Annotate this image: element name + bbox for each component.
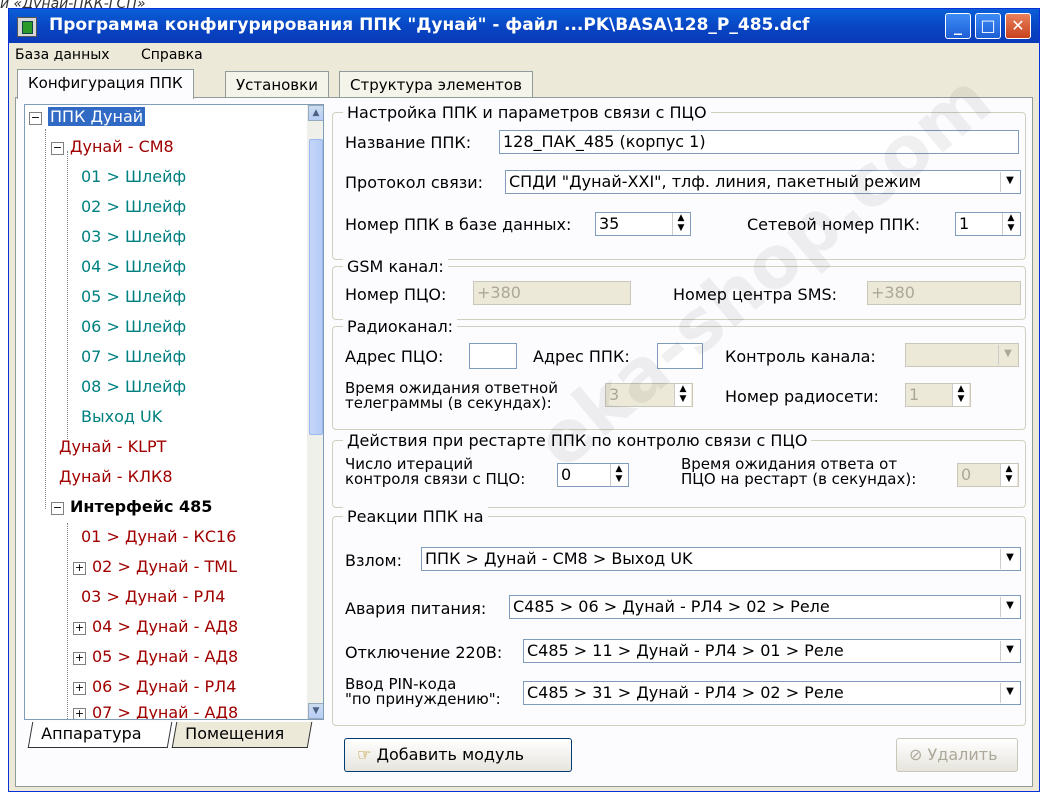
- device-tree[interactable]: − ППК Дунай − Дунай - СМ8 01 > Шлейф 02 > …: [24, 104, 324, 720]
- top-caption: и «Дунай-ПКК-ГСП»: [0, 0, 1050, 8]
- radio-legend: Радиоканал:: [343, 317, 458, 336]
- gsm-sms-input[interactable]: +380: [867, 281, 1021, 305]
- radio-net-label: Номер радиосети:: [725, 387, 879, 406]
- tab-config[interactable]: Конфигурация ППК: [17, 69, 194, 99]
- chevron-down-icon[interactable]: ▼: [1000, 641, 1019, 661]
- spin-icon[interactable]: ▲ ▼: [952, 384, 969, 406]
- tree-loop[interactable]: 08 > Шлейф: [81, 377, 186, 396]
- tree-loop[interactable]: 04 > Шлейф: [81, 257, 186, 276]
- tab-settings[interactable]: Установки: [225, 71, 329, 97]
- power-label: Авария питания:: [345, 599, 487, 618]
- tree-iface-item[interactable]: +02 > Дунай - TML: [73, 557, 237, 576]
- db-number-stepper[interactable]: 35 ▲ ▼: [595, 212, 691, 236]
- scroll-thumb[interactable]: [309, 139, 323, 435]
- tab-rooms[interactable]: Помещения: [171, 722, 313, 748]
- ppk-name-label: Название ППК:: [345, 133, 472, 152]
- title-bar[interactable]: Программа конфигурирования ППК "Дунай" -…: [9, 9, 1039, 43]
- minimize-button[interactable]: _: [945, 13, 971, 39]
- radio-pco-addr-input[interactable]: [469, 343, 517, 369]
- spin-icon[interactable]: ▲ ▼: [610, 464, 627, 486]
- chevron-down-icon[interactable]: ▼: [1000, 597, 1019, 617]
- tree-cm8[interactable]: − Дунай - СМ8: [51, 137, 174, 156]
- chevron-down-icon[interactable]: ▼: [998, 345, 1017, 365]
- tree-iface-item[interactable]: +06 > Дунай - РЛ4: [73, 677, 236, 696]
- tree-root[interactable]: − ППК Дунай: [29, 107, 146, 126]
- hand-pointer-icon: ☞: [357, 745, 372, 764]
- db-number-label: Номер ППК в базе данных:: [345, 215, 572, 234]
- restart-wait-label: Время ожидания ответа от ПЦО на рестарт (…: [681, 455, 917, 488]
- spin-icon[interactable]: ▲ ▼: [1002, 213, 1019, 235]
- radio-control-label: Контроль канала:: [725, 347, 876, 366]
- gsm-pco-input[interactable]: +380: [473, 281, 631, 305]
- gsm-legend: GSM канал:: [343, 257, 448, 276]
- spin-icon[interactable]: ▲ ▼: [1000, 464, 1017, 486]
- spin-icon[interactable]: ▲ ▼: [672, 213, 689, 235]
- chevron-down-icon[interactable]: ▼: [1000, 172, 1019, 192]
- menu-bar: База данных Справка: [9, 43, 1039, 67]
- reactions-group: Реакции ППК на Взлом: ППК > Дунай - СМ8 …: [332, 507, 1026, 726]
- tree-loop[interactable]: 02 > Шлейф: [81, 197, 186, 216]
- scroll-down-icon[interactable]: ▼: [308, 703, 323, 719]
- menu-help[interactable]: Справка: [141, 47, 203, 63]
- tree-iface-item[interactable]: 03 > Дунай - РЛ4: [81, 587, 225, 606]
- tree-loop[interactable]: 07 > Шлейф: [81, 347, 186, 366]
- tree-loop[interactable]: 03 > Шлейф: [81, 227, 186, 246]
- tree-output-uk[interactable]: Выход UK: [81, 407, 162, 426]
- off220-label: Отключение 220В:: [345, 643, 503, 662]
- pin-label: Ввод PIN-кода "по принуждению":: [345, 675, 501, 708]
- radio-control-select[interactable]: ▼: [905, 343, 1019, 367]
- power-select[interactable]: С485 > 06 > Дунай - РЛ4 > 02 > Реле ▼: [509, 595, 1021, 619]
- scroll-up-icon[interactable]: ▲: [308, 105, 323, 121]
- menu-database[interactable]: База данных: [15, 47, 110, 63]
- chevron-down-icon[interactable]: ▼: [1000, 549, 1019, 569]
- break-label: Взлом:: [345, 551, 402, 570]
- tree-loop[interactable]: 06 > Шлейф: [81, 317, 186, 336]
- close-button[interactable]: ✕: [1005, 13, 1031, 39]
- window-title: Программа конфигурирования ППК "Дунай" -…: [49, 15, 810, 35]
- break-select[interactable]: ППК > Дунай - СМ8 > Выход UK ▼: [421, 547, 1021, 571]
- tab-strip: Конфигурация ППК Установки Структура эле…: [9, 69, 1039, 99]
- restart-iter-label: Число итераций контроля связи с ПЦО:: [345, 455, 526, 488]
- tab-structure[interactable]: Структура элементов: [339, 71, 533, 97]
- restart-group: Действия при рестарте ППК по контролю св…: [332, 431, 1026, 508]
- maximize-button[interactable]: □: [975, 13, 1001, 39]
- tree-iface-item[interactable]: +04 > Дунай - АД8: [73, 617, 238, 636]
- forbidden-icon: ⊘: [909, 745, 923, 764]
- net-number-stepper[interactable]: 1 ▲ ▼: [955, 212, 1021, 236]
- tree-klpt[interactable]: Дунай - KLPT: [59, 437, 166, 456]
- radio-net-stepper[interactable]: 1 ▲ ▼: [905, 383, 971, 407]
- delete-button[interactable]: ⊘ Удалить: [896, 738, 1018, 772]
- restart-wait-stepper[interactable]: 0 ▲ ▼: [957, 463, 1019, 487]
- tree-iface-item[interactable]: +05 > Дунай - АД8: [73, 647, 238, 666]
- app-icon: [17, 17, 37, 37]
- chevron-down-icon[interactable]: ▼: [1000, 683, 1019, 703]
- radio-wait-label: Время ожидания ответной телеграммы (в сек…: [345, 379, 558, 412]
- tab-hardware[interactable]: Аппаратура: [27, 722, 173, 748]
- tree-iface-item[interactable]: 01 > Дунай - КС16: [81, 527, 236, 546]
- radio-pco-addr-label: Адрес ПЦО:: [345, 347, 444, 366]
- tree-scrollbar[interactable]: ▲ ▼: [307, 105, 323, 719]
- pin-select[interactable]: С485 > 31 > Дунай - РЛ4 > 02 > Реле ▼: [523, 681, 1021, 705]
- protocol-label: Протокол связи:: [345, 173, 483, 192]
- off220-select[interactable]: С485 > 11 > Дунай - РЛ4 > 01 > Реле ▼: [523, 639, 1021, 663]
- tree-iface485[interactable]: − Интерфейс 485: [51, 497, 212, 516]
- tree-iface-item[interactable]: +07 > Дунай - АД8: [73, 703, 238, 719]
- tree-loop[interactable]: 01 > Шлейф: [81, 167, 186, 186]
- tree-klk8[interactable]: Дунай - КЛК8: [59, 467, 173, 486]
- add-module-button[interactable]: ☞ Добавить модуль: [344, 738, 572, 772]
- settings-legend: Настройка ППК и параметров связи с ПЦО: [343, 103, 711, 122]
- tree-loop[interactable]: 05 > Шлейф: [81, 287, 186, 306]
- gsm-pco-label: Номер ПЦО:: [345, 285, 447, 304]
- reactions-legend: Реакции ППК на: [343, 507, 488, 526]
